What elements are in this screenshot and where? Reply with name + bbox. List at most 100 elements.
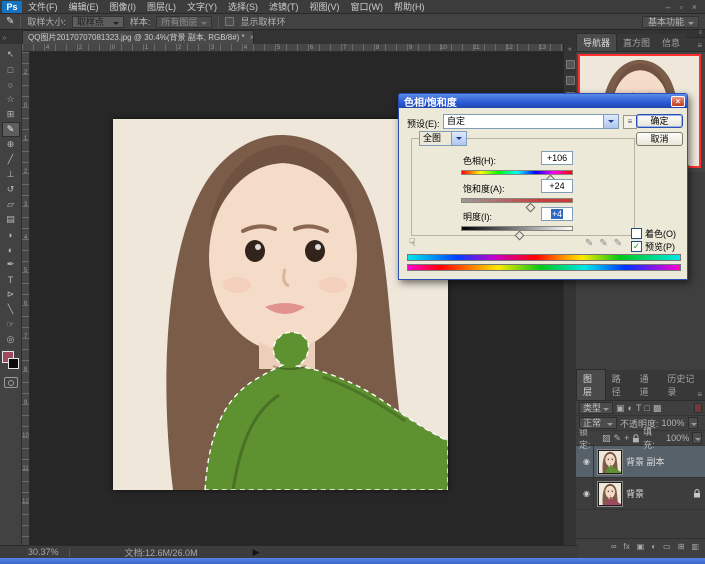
horizontal-ruler[interactable]: 42012345678910111213	[22, 44, 563, 52]
fill-dropdown-button[interactable]	[692, 432, 702, 444]
blend-mode-dropdown[interactable]: 正常	[579, 417, 617, 429]
close-button[interactable]: ×	[692, 2, 697, 12]
history-brush-tool[interactable]: ↺	[2, 182, 20, 197]
panel-menu-icon[interactable]: ≡	[697, 41, 702, 50]
menubar-item[interactable]: 文字(Y)	[187, 0, 217, 13]
menubar-item[interactable]: 帮助(H)	[394, 0, 425, 13]
shape-tool[interactable]: ╲	[2, 302, 20, 317]
filter-adjustment-layers-icon[interactable]: ◐	[628, 402, 633, 414]
tab-channels[interactable]: 通道	[634, 370, 662, 400]
visibility-eye-icon[interactable]: ◉	[580, 446, 594, 477]
layer-name[interactable]: 背景 副本	[626, 455, 665, 468]
hue-slider-track[interactable]	[461, 170, 573, 175]
lasso-tool[interactable]: ○	[2, 77, 20, 92]
preset-options-icon[interactable]: ≡	[623, 115, 637, 129]
menubar-item[interactable]: 滤镜(T)	[269, 0, 299, 13]
move-tool[interactable]: ↖	[2, 47, 20, 62]
filter-smart-object-icon[interactable]: ▩	[653, 402, 662, 414]
document-tab[interactable]: QQ图片20170707081323.jpg @ 30.4%(背景 副本, RG…	[22, 30, 254, 44]
lock-all-icon[interactable]	[632, 434, 640, 443]
preset-dropdown[interactable]: 自定	[443, 114, 619, 129]
spot-healing-tool[interactable]: ⊕	[2, 137, 20, 152]
colorize-checkbox[interactable]	[631, 228, 642, 239]
preview-checkbox[interactable]: ✓	[631, 241, 642, 252]
menubar-item[interactable]: 选择(S)	[228, 0, 258, 13]
layer-filter-dropdown[interactable]: 类型	[579, 402, 613, 414]
tab-histogram[interactable]: 直方图	[617, 34, 656, 51]
dock-menu-icon[interactable]: ≡	[698, 30, 702, 36]
tab-layers[interactable]: 图层	[576, 369, 606, 400]
magic-wand-tool[interactable]: ☆	[2, 92, 20, 107]
eyedropper-tool[interactable]: ✎	[2, 122, 20, 137]
dialog-title-bar[interactable]: 色相/饱和度 ×	[399, 94, 687, 108]
lightness-value-field[interactable]: +4	[541, 207, 573, 221]
lock-transparency-icon[interactable]: ▨	[602, 432, 611, 444]
gradient-tool[interactable]: ▤	[2, 212, 20, 227]
filter-type-layers-icon[interactable]: T	[636, 402, 642, 414]
status-options-arrow[interactable]: ▶	[253, 547, 260, 558]
sample-size-dropdown[interactable]: 取样点	[72, 16, 124, 28]
dialog-close-button[interactable]: ×	[671, 96, 685, 107]
visibility-eye-icon[interactable]: ◉	[580, 478, 594, 509]
layer-thumbnail[interactable]	[598, 482, 622, 506]
menubar-item[interactable]: 图层(L)	[147, 0, 176, 13]
layer-name[interactable]: 背景	[626, 487, 644, 500]
layer-row-background[interactable]: ◉ 背景	[576, 478, 705, 510]
tab-navigator[interactable]: 导航器	[576, 33, 617, 51]
filter-shape-layers-icon[interactable]: □	[644, 402, 649, 414]
tab-paths[interactable]: 路径	[606, 370, 634, 400]
zoom-level-field[interactable]: 30.37%	[28, 547, 59, 557]
subtract-sample-eyedropper-icon[interactable]: ✎	[614, 238, 622, 249]
ok-button[interactable]: 确定	[636, 114, 683, 128]
vertical-ruler[interactable]: 20123456789101112	[22, 52, 30, 545]
lightness-slider-track[interactable]	[461, 226, 573, 231]
pen-tool[interactable]: ✒	[2, 257, 20, 272]
eyedropper-tool-icon[interactable]: ✎	[6, 16, 14, 27]
collapsed-panel-icon[interactable]	[566, 60, 575, 69]
menubar-item[interactable]: 文件(F)	[28, 0, 58, 13]
fill-value[interactable]: 100%	[666, 433, 689, 443]
add-sample-eyedropper-icon[interactable]: ✎	[599, 238, 607, 249]
adjustment-layer-icon[interactable]: ◐	[651, 542, 656, 551]
path-selection-tool[interactable]: ⊳	[2, 287, 20, 302]
layer-thumbnail[interactable]	[598, 450, 622, 474]
menubar-item[interactable]: 编辑(E)	[69, 0, 99, 13]
cancel-button[interactable]: 取消	[636, 132, 683, 146]
menubar-item[interactable]: 视图(V)	[310, 0, 340, 13]
tab-close-icon[interactable]: ×	[250, 33, 254, 42]
dodge-tool[interactable]: ◐	[2, 242, 20, 257]
filter-pixel-layers-icon[interactable]: ▣	[616, 402, 625, 414]
menubar-item[interactable]: 图像(I)	[110, 0, 137, 13]
clone-stamp-tool[interactable]: ⊥	[2, 167, 20, 182]
opacity-dropdown-button[interactable]	[688, 417, 698, 429]
tab-info[interactable]: 信息	[656, 34, 686, 51]
hand-tool[interactable]: ☞	[2, 317, 20, 332]
lock-position-icon[interactable]: +	[624, 432, 629, 444]
dock-collapse-icon[interactable]: «	[568, 46, 572, 53]
layer-style-fx-icon[interactable]: fx	[624, 542, 630, 551]
delete-layer-icon[interactable]: ▥	[691, 542, 699, 551]
new-layer-icon[interactable]: ⊞	[678, 542, 685, 551]
menubar-item[interactable]: 窗口(W)	[351, 0, 384, 13]
marquee-tool[interactable]: □	[2, 62, 20, 77]
opacity-value[interactable]: 100%	[662, 418, 685, 428]
workspace-switcher[interactable]: 基本功能	[642, 16, 699, 28]
type-tool[interactable]: T	[2, 272, 20, 287]
quick-mask-button[interactable]	[4, 377, 18, 388]
lock-pixels-icon[interactable]: ✎	[614, 432, 622, 444]
channel-dropdown[interactable]: 全图	[419, 131, 467, 146]
sample-eyedropper-icon[interactable]: ✎	[585, 238, 593, 249]
saturation-value-field[interactable]: +24	[541, 179, 573, 193]
restore-button[interactable]: ▫	[680, 2, 683, 12]
sample-dropdown[interactable]: 所有图层	[156, 16, 212, 28]
minimize-button[interactable]: –	[666, 2, 671, 12]
brush-tool[interactable]: ╱	[2, 152, 20, 167]
on-image-adjustment-icon[interactable]: ☟	[409, 236, 416, 249]
link-layers-icon[interactable]: ∞	[611, 542, 617, 551]
show-sampling-ring-checkbox[interactable]	[225, 17, 234, 26]
filter-toggle-switch[interactable]	[694, 403, 702, 413]
hue-value-field[interactable]: +106	[541, 151, 573, 165]
zoom-tool[interactable]: ◎	[2, 332, 20, 347]
crop-tool[interactable]: ⊞	[2, 107, 20, 122]
background-color-swatch[interactable]	[8, 358, 19, 369]
